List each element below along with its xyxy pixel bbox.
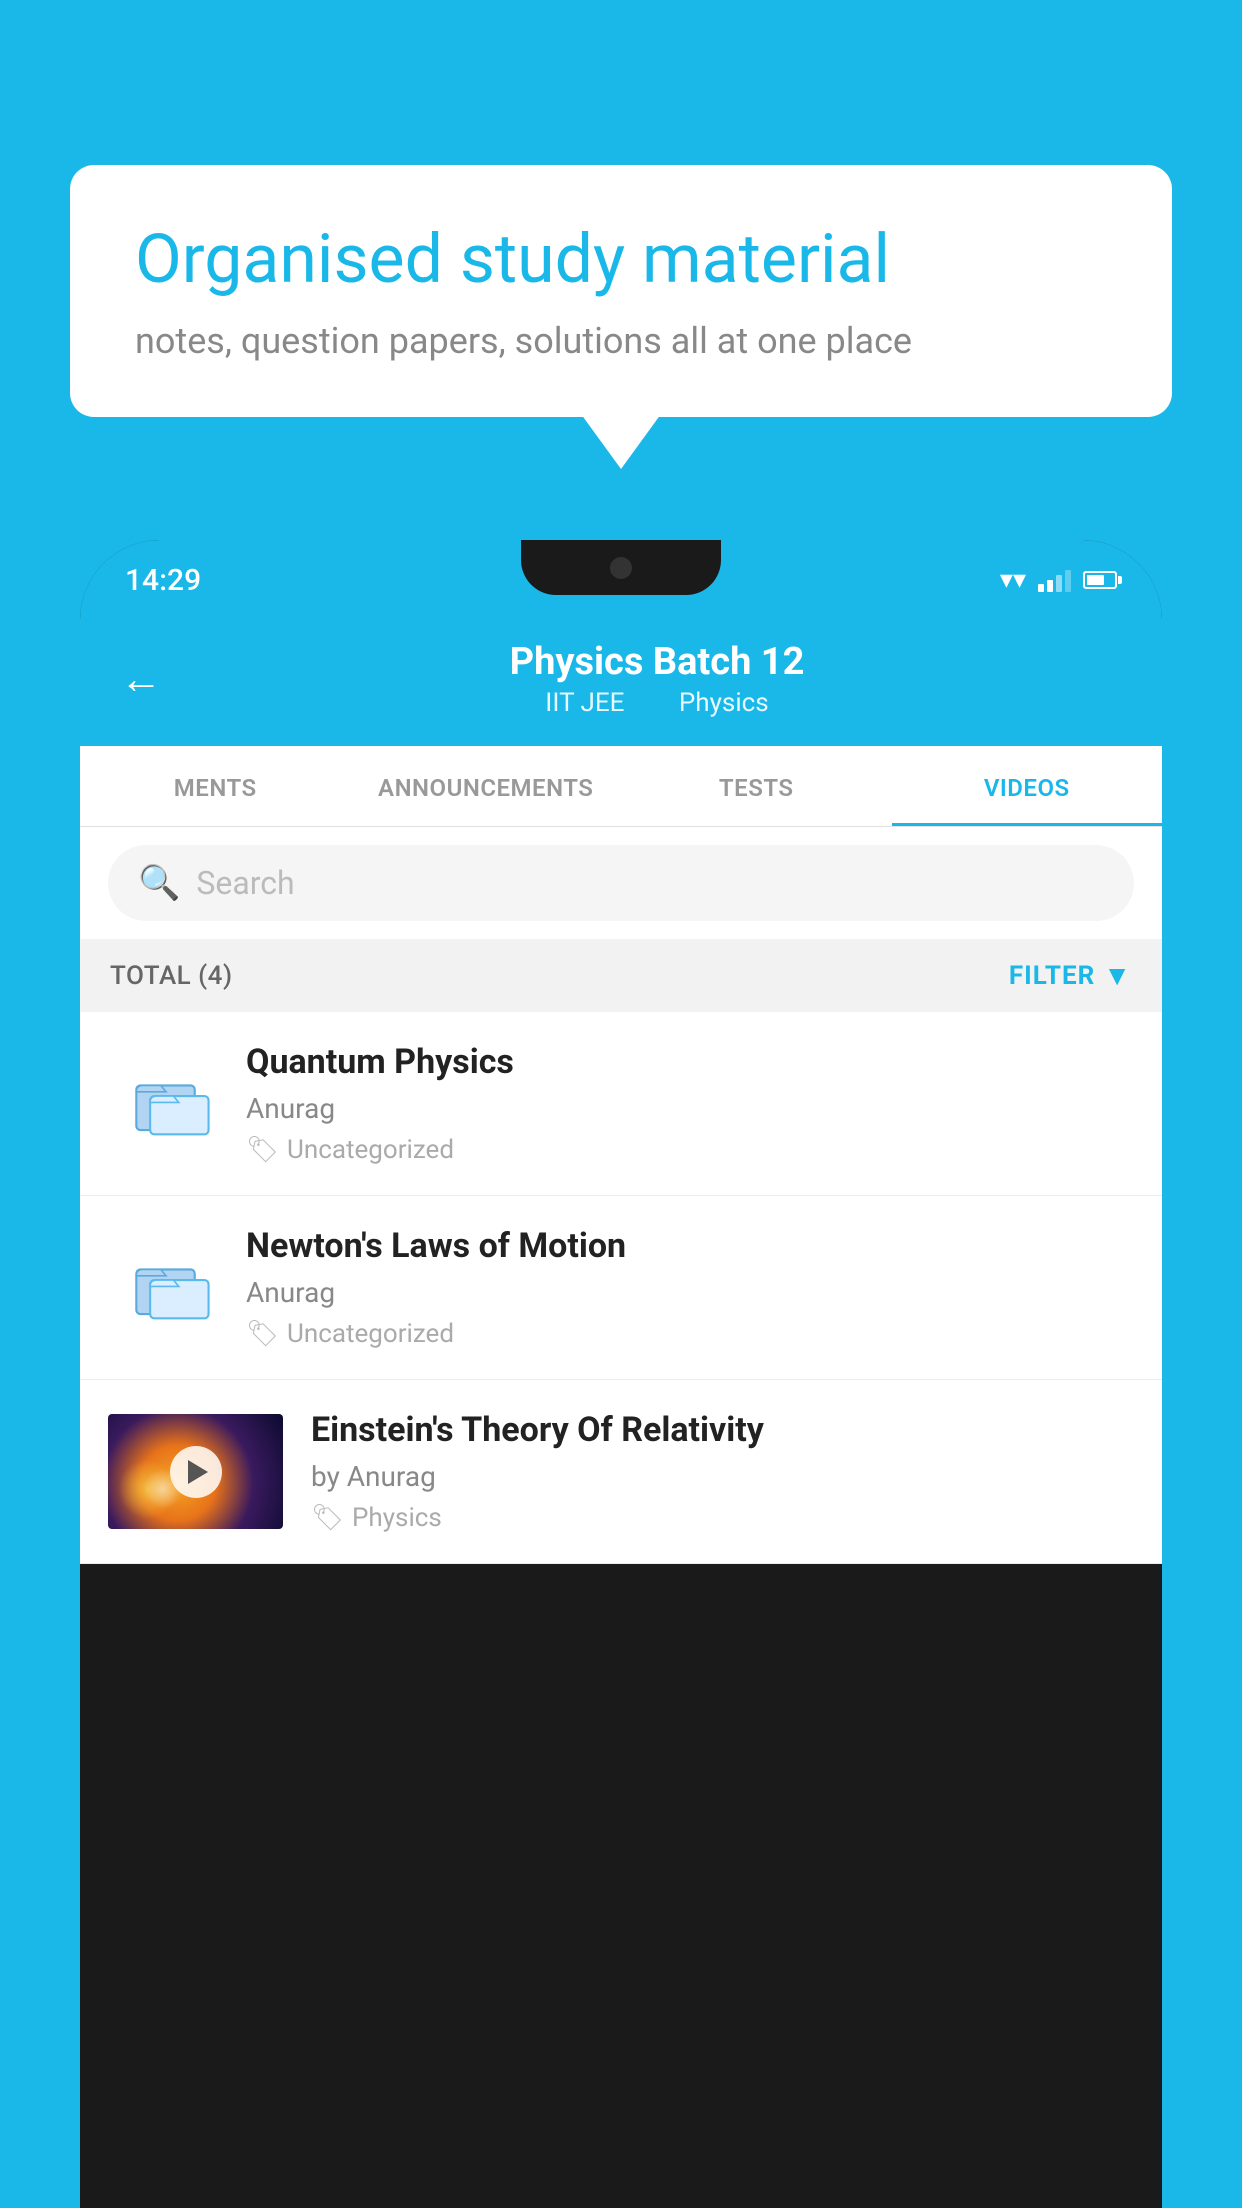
status-bar: 14:29 ▾▾: [80, 540, 1162, 620]
search-bar[interactable]: 🔍 Search: [108, 845, 1134, 921]
search-placeholder: Search: [196, 864, 294, 902]
video-info: Quantum Physics Anurag 🏷 Uncategorized: [246, 1042, 1134, 1165]
video-author: Anurag: [246, 1092, 1134, 1125]
video-thumbnail: [108, 1414, 283, 1529]
tab-ments[interactable]: MENTS: [80, 746, 351, 826]
video-list: Quantum Physics Anurag 🏷 Uncategorized: [80, 1012, 1162, 1564]
tab-videos[interactable]: VIDEOS: [892, 746, 1163, 826]
video-tag: 🏷 Uncategorized: [246, 1319, 1134, 1349]
filter-funnel-icon: ▼: [1103, 959, 1132, 992]
filter-button[interactable]: FILTER ▼: [1009, 959, 1132, 992]
tag-label: Uncategorized: [287, 1135, 454, 1165]
tag-label: Uncategorized: [287, 1319, 454, 1349]
tag-icon: 🏷: [246, 1135, 279, 1165]
folder-icon: [128, 1059, 218, 1149]
header-title-area: Physics Batch 12 IIT JEE Physics: [192, 640, 1122, 718]
play-triangle-icon: [188, 1460, 208, 1484]
tabs-bar: MENTS ANNOUNCEMENTS TESTS VIDEOS: [80, 746, 1162, 827]
folder-icon: [128, 1243, 218, 1333]
header-title: Physics Batch 12: [192, 640, 1122, 684]
video-tag: 🏷 Physics: [311, 1503, 1134, 1533]
video-title: Newton's Laws of Motion: [246, 1226, 1134, 1266]
tag-icon: 🏷: [311, 1503, 344, 1533]
list-item[interactable]: Quantum Physics Anurag 🏷 Uncategorized: [80, 1012, 1162, 1196]
header-subtitle-part1: IIT JEE: [545, 688, 624, 718]
video-info: Newton's Laws of Motion Anurag 🏷 Uncateg…: [246, 1226, 1134, 1349]
video-author: by Anurag: [311, 1460, 1134, 1493]
video-info: Einstein's Theory Of Relativity by Anura…: [311, 1410, 1134, 1533]
speech-bubble-container: Organised study material notes, question…: [70, 165, 1172, 417]
status-time: 14:29: [125, 563, 201, 598]
video-title: Quantum Physics: [246, 1042, 1134, 1082]
search-container: 🔍 Search: [80, 827, 1162, 939]
video-title: Einstein's Theory Of Relativity: [311, 1410, 1134, 1450]
video-tag: 🏷 Uncategorized: [246, 1135, 1134, 1165]
bubble-title: Organised study material: [135, 220, 1107, 298]
filter-label: FILTER: [1009, 961, 1095, 991]
tab-announcements[interactable]: ANNOUNCEMENTS: [351, 746, 622, 826]
search-icon: 🔍: [138, 863, 180, 903]
thumb-background: [108, 1414, 283, 1529]
phone-frame: 14:29 ▾▾ ← Physics Batch 12 IIT J: [80, 540, 1162, 2208]
list-item[interactable]: Einstein's Theory Of Relativity by Anura…: [80, 1380, 1162, 1564]
header-subtitle: IIT JEE Physics: [192, 688, 1122, 718]
speech-bubble: Organised study material notes, question…: [70, 165, 1172, 417]
tab-tests[interactable]: TESTS: [621, 746, 892, 826]
filter-row: TOTAL (4) FILTER ▼: [80, 939, 1162, 1012]
bubble-subtitle: notes, question papers, solutions all at…: [135, 320, 1107, 362]
notch: [521, 540, 721, 595]
video-author: Anurag: [246, 1276, 1134, 1309]
back-button[interactable]: ←: [120, 655, 162, 704]
header-subtitle-part2: Physics: [679, 688, 769, 718]
app-header: ← Physics Batch 12 IIT JEE Physics: [80, 620, 1162, 746]
status-icons: ▾▾: [1000, 565, 1117, 595]
camera-dot: [610, 557, 632, 579]
signal-icon: [1038, 568, 1071, 592]
list-item[interactable]: Newton's Laws of Motion Anurag 🏷 Uncateg…: [80, 1196, 1162, 1380]
orb-decoration: [143, 1469, 183, 1509]
wifi-icon: ▾▾: [1000, 565, 1026, 595]
battery-icon: [1083, 571, 1117, 589]
total-count: TOTAL (4): [110, 961, 233, 991]
tag-icon: 🏷: [246, 1319, 279, 1349]
tag-label: Physics: [352, 1503, 442, 1533]
